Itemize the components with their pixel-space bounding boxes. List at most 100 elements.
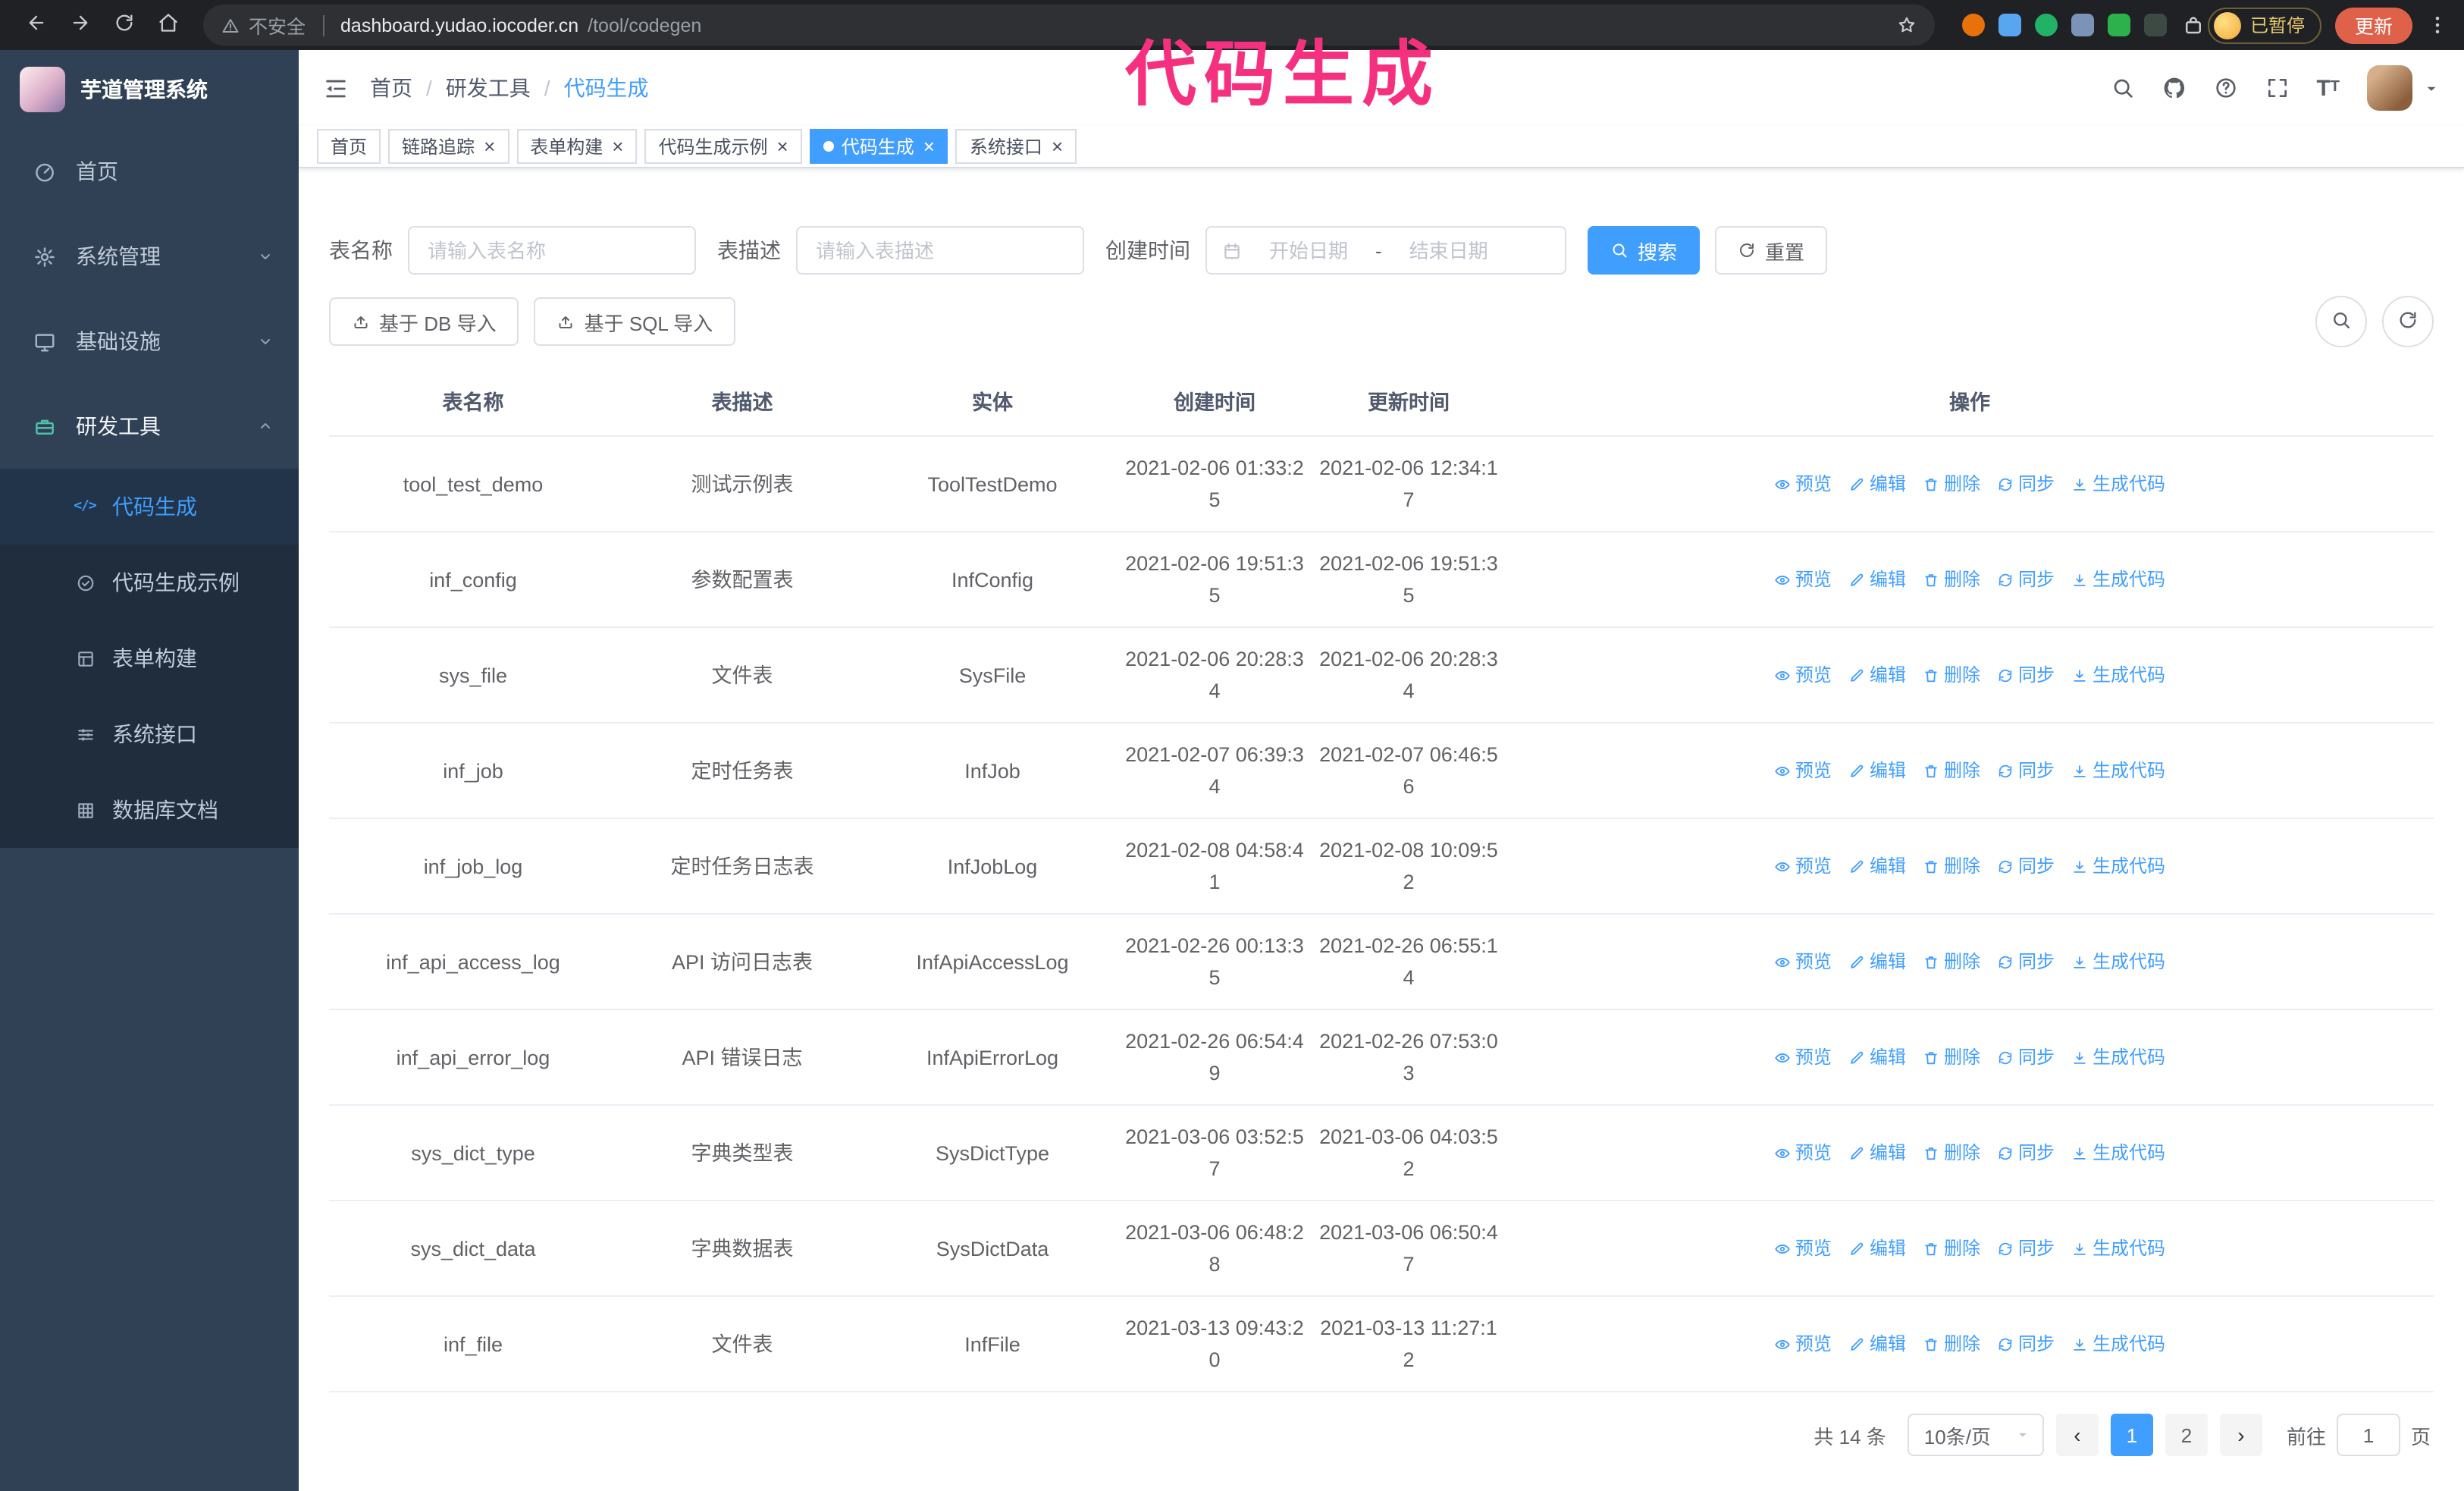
search-button[interactable]: 搜索 — [1588, 226, 1701, 275]
extension-icon[interactable] — [1998, 14, 2021, 36]
font-size-icon[interactable]: TT — [2316, 77, 2340, 99]
op-generate-code[interactable]: 生成代码 — [2071, 1137, 2165, 1169]
sidebar-item-系统接口[interactable]: 系统接口 — [0, 696, 299, 772]
fullscreen-icon[interactable] — [2265, 76, 2289, 100]
op-delete[interactable]: 删除 — [1923, 755, 1980, 786]
op-sync[interactable]: 同步 — [1997, 850, 2055, 882]
next-page-button[interactable]: › — [2219, 1414, 2262, 1456]
op-delete[interactable]: 删除 — [1923, 1137, 1980, 1169]
op-generate-code[interactable]: 生成代码 — [2071, 1328, 2165, 1360]
sidebar-item-首页[interactable]: 首页 — [0, 129, 299, 214]
op-sync[interactable]: 同步 — [1997, 1041, 2055, 1073]
page-button-1[interactable]: 1 — [2110, 1414, 2153, 1456]
op-delete[interactable]: 删除 — [1923, 1328, 1980, 1360]
browser-reload-button[interactable] — [103, 5, 144, 46]
tab-close-icon[interactable]: × — [922, 137, 935, 156]
op-generate-code[interactable]: 生成代码 — [2071, 1232, 2165, 1264]
bookmark-star-icon[interactable] — [1897, 15, 1917, 35]
import-db-button[interactable]: 基于 DB 导入 — [329, 297, 519, 346]
op-edit[interactable]: 编辑 — [1848, 659, 1906, 691]
op-delete[interactable]: 删除 — [1923, 563, 1980, 595]
op-edit[interactable]: 编辑 — [1848, 755, 1906, 786]
help-icon[interactable] — [2213, 76, 2237, 100]
sidebar-item-系统管理[interactable]: 系统管理 — [0, 214, 299, 299]
page-size-select[interactable]: 10条/页 — [1907, 1414, 2044, 1456]
table-desc-input[interactable] — [796, 226, 1084, 275]
op-delete[interactable]: 删除 — [1923, 1041, 1980, 1073]
sidebar-item-代码生成[interactable]: </> 代码生成 — [0, 469, 299, 545]
extension-icon[interactable] — [1961, 14, 1985, 36]
browser-update-button[interactable]: 更新 — [2334, 7, 2412, 43]
op-edit[interactable]: 编辑 — [1848, 850, 1906, 882]
toggle-search-button[interactable] — [2315, 296, 2367, 347]
goto-page-input[interactable] — [2336, 1414, 2400, 1456]
op-sync[interactable]: 同步 — [1997, 659, 2055, 691]
address-bar[interactable]: 不安全 dashboard.yudao.iocoder.cn /tool/cod… — [203, 5, 1935, 46]
op-edit[interactable]: 编辑 — [1848, 1328, 1906, 1360]
tab-close-icon[interactable]: × — [610, 137, 623, 156]
op-delete[interactable]: 删除 — [1923, 468, 1980, 500]
op-sync[interactable]: 同步 — [1997, 563, 2055, 595]
sidebar-item-代码生成示例[interactable]: 代码生成示例 — [0, 545, 299, 620]
refresh-table-button[interactable] — [2382, 296, 2434, 347]
op-edit[interactable]: 编辑 — [1848, 563, 1906, 595]
sidebar-item-数据库文档[interactable]: 数据库文档 — [0, 772, 299, 848]
extension-icon[interactable] — [2034, 14, 2058, 36]
op-preview[interactable]: 预览 — [1774, 1328, 1832, 1360]
op-sync[interactable]: 同步 — [1997, 946, 2055, 978]
extension-icon[interactable] — [2071, 14, 2094, 36]
profile-chip[interactable]: 已暂停 — [2207, 7, 2321, 43]
op-edit[interactable]: 编辑 — [1848, 1232, 1906, 1264]
op-sync[interactable]: 同步 — [1997, 1328, 2055, 1360]
op-generate-code[interactable]: 生成代码 — [2071, 468, 2165, 500]
sidebar-item-研发工具[interactable]: 研发工具 — [0, 384, 299, 469]
prev-page-button[interactable]: ‹ — [2055, 1414, 2099, 1456]
extensions-puzzle-icon[interactable] — [2182, 14, 2205, 36]
end-date-input[interactable] — [1389, 239, 1508, 262]
op-generate-code[interactable]: 生成代码 — [2071, 563, 2165, 595]
extension-icon[interactable] — [2143, 14, 2167, 36]
logo[interactable]: 芋道管理系统 — [0, 50, 299, 129]
op-sync[interactable]: 同步 — [1997, 1232, 2055, 1264]
sidebar-fold-icon[interactable] — [323, 75, 349, 101]
browser-home-button[interactable] — [147, 5, 188, 46]
op-preview[interactable]: 预览 — [1774, 755, 1832, 786]
breadcrumb-item[interactable]: 研发工具 — [446, 73, 531, 103]
tab-首页[interactable]: 首页 — [317, 129, 381, 164]
breadcrumb-item[interactable]: 首页 — [370, 73, 412, 103]
op-preview[interactable]: 预览 — [1774, 468, 1832, 500]
op-preview[interactable]: 预览 — [1774, 1137, 1832, 1169]
op-preview[interactable]: 预览 — [1774, 1041, 1832, 1073]
sidebar-item-表单构建[interactable]: 表单构建 — [0, 620, 299, 696]
extension-icon[interactable] — [2107, 14, 2130, 36]
op-generate-code[interactable]: 生成代码 — [2071, 755, 2165, 786]
browser-menu-icon[interactable] — [2426, 14, 2449, 36]
start-date-input[interactable] — [1249, 239, 1368, 262]
tab-表单构建[interactable]: 表单构建 × — [516, 129, 638, 164]
op-edit[interactable]: 编辑 — [1848, 1041, 1906, 1073]
tab-close-icon[interactable]: × — [776, 137, 788, 156]
op-generate-code[interactable]: 生成代码 — [2071, 659, 2165, 691]
date-range-picker[interactable]: - — [1205, 226, 1566, 275]
tab-代码生成[interactable]: 代码生成 × — [809, 129, 948, 164]
op-preview[interactable]: 预览 — [1774, 563, 1832, 595]
op-preview[interactable]: 预览 — [1774, 946, 1832, 978]
browser-back-button[interactable] — [15, 5, 56, 46]
browser-forward-button[interactable] — [59, 5, 100, 46]
tab-close-icon[interactable]: × — [1050, 137, 1063, 156]
page-button-2[interactable]: 2 — [2165, 1414, 2208, 1456]
op-sync[interactable]: 同步 — [1997, 1137, 2055, 1169]
op-edit[interactable]: 编辑 — [1848, 946, 1906, 978]
github-icon[interactable] — [2161, 76, 2186, 100]
tab-代码生成示例[interactable]: 代码生成示例 × — [644, 129, 802, 164]
tab-close-icon[interactable]: × — [482, 137, 495, 156]
op-edit[interactable]: 编辑 — [1848, 1137, 1906, 1169]
op-preview[interactable]: 预览 — [1774, 1232, 1832, 1264]
op-generate-code[interactable]: 生成代码 — [2071, 946, 2165, 978]
op-sync[interactable]: 同步 — [1997, 468, 2055, 500]
op-generate-code[interactable]: 生成代码 — [2071, 850, 2165, 882]
op-delete[interactable]: 删除 — [1923, 659, 1980, 691]
op-edit[interactable]: 编辑 — [1848, 468, 1906, 500]
op-sync[interactable]: 同步 — [1997, 755, 2055, 786]
op-delete[interactable]: 删除 — [1923, 1232, 1980, 1264]
